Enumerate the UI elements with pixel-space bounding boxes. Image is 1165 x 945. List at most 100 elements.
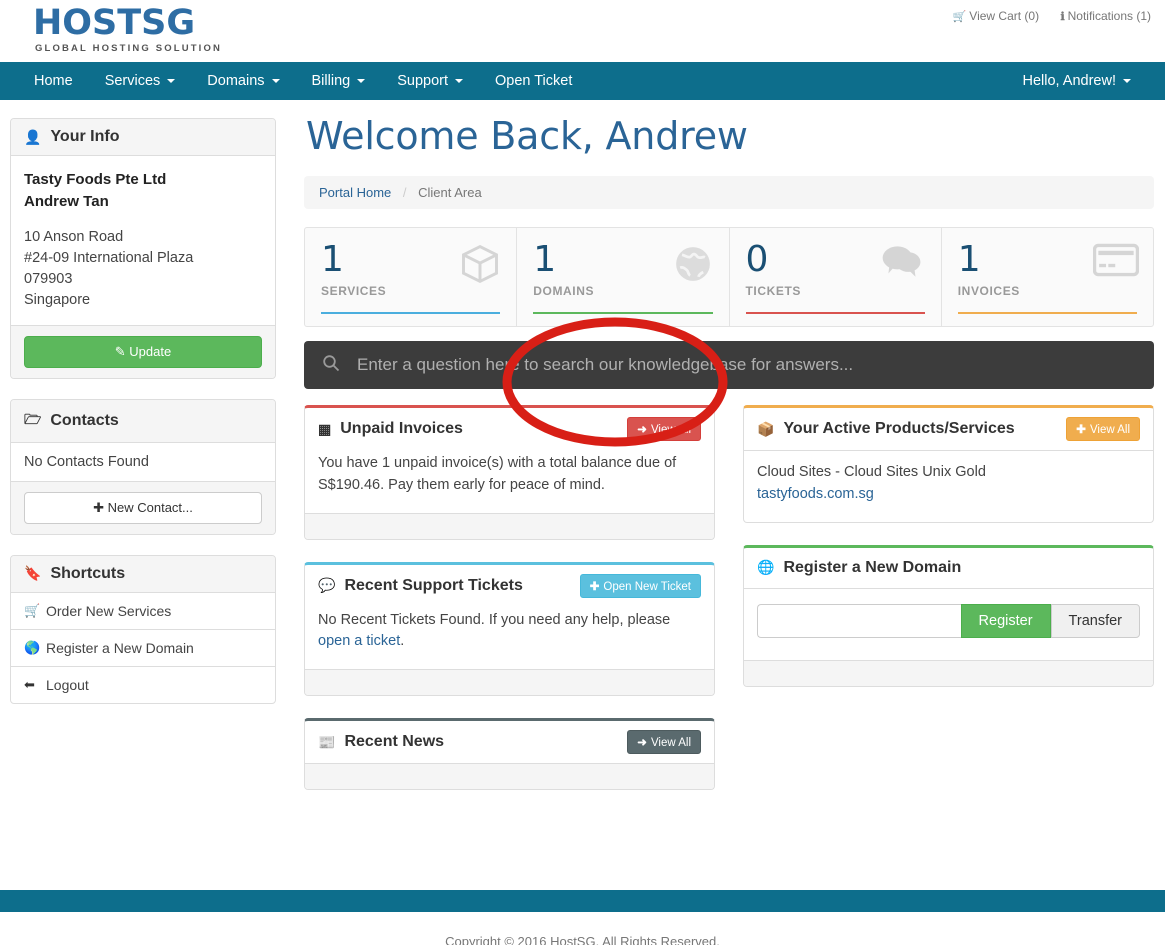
- panel-contacts: 🗁 Contacts No Contacts Found ✚ New Conta…: [10, 398, 276, 535]
- nav-item-billing[interactable]: Billing: [296, 62, 382, 100]
- stat-tickets[interactable]: 0 TICKETS: [730, 228, 942, 326]
- new-contact-button[interactable]: ✚ New Contact...: [24, 491, 262, 524]
- nav-item-domains[interactable]: Domains: [191, 62, 295, 100]
- stat-domains[interactable]: 1 DOMAINS: [517, 228, 730, 326]
- search-input[interactable]: [355, 354, 1136, 376]
- shortcuts-list: 🛒 Order New Services 🌎 Register a New Do…: [11, 593, 275, 703]
- recent-tickets-text: No Recent Tickets Found. If you need any…: [318, 611, 671, 628]
- globe-icon: [671, 242, 715, 286]
- arrow-right-icon: ➜: [637, 737, 647, 749]
- active-products-view-all-button[interactable]: ✚ View All: [1066, 417, 1140, 441]
- account-dropdown[interactable]: Hello, Andrew!: [1007, 62, 1148, 100]
- panel-shortcuts: 🔖 Shortcuts 🛒 Order New Services 🌎 Regis…: [10, 554, 276, 704]
- button-label: Open New Ticket: [603, 580, 691, 593]
- site-logo[interactable]: HOSTSG GLOBAL HOSTING SOLUTION: [33, 6, 222, 54]
- plus-icon: ✚: [1076, 424, 1086, 436]
- stat-underline: [321, 312, 501, 314]
- chevron-down-icon: [1123, 79, 1131, 84]
- stat-underline: [957, 312, 1137, 314]
- panel-your-info: 👤 Your Info Tasty Foods Pte Ltd Andrew T…: [10, 118, 276, 379]
- logo-tagline: GLOBAL HOSTING SOLUTION: [35, 43, 223, 54]
- breadcrumb-portal-home[interactable]: Portal Home: [319, 185, 391, 200]
- sidebar: 👤 Your Info Tasty Foods Pte Ltd Andrew T…: [10, 118, 276, 724]
- shortcut-label: Logout: [46, 676, 89, 693]
- product-domain-link[interactable]: tastyfoods.com.sg: [757, 486, 874, 502]
- stat-label: TICKETS: [745, 284, 802, 298]
- recent-news-view-all-button[interactable]: ➜ View All: [627, 730, 701, 754]
- unpaid-invoices-header: ▦ Unpaid Invoices ➜ View All: [305, 408, 714, 450]
- domain-register-form: Register Transfer: [757, 603, 1140, 638]
- stat-services[interactable]: 1 SERVICES: [305, 228, 518, 326]
- domain-name-input[interactable]: [757, 603, 961, 638]
- account-identity: Tasty Foods Pte Ltd Andrew Tan: [24, 169, 262, 213]
- contacts-empty-text: No Contacts Found: [24, 453, 149, 470]
- nav-label: Services: [104, 73, 161, 89]
- cart-icon: 🛒: [24, 602, 41, 618]
- register-button[interactable]: Register: [960, 603, 1051, 638]
- stat-invoices[interactable]: 1 INVOICES: [942, 228, 1153, 326]
- arrow-left-icon: ⬅: [24, 676, 35, 692]
- main-navigation: Home Services Domains Billing Support Op…: [0, 62, 1165, 100]
- account-menu: Hello, Andrew!: [1007, 62, 1148, 100]
- column-right: 📦 Your Active Products/Services ✚ View Al…: [743, 405, 1154, 812]
- notifications-label: Notifications (1): [1067, 9, 1151, 23]
- breadcrumb-current: Client Area: [418, 185, 482, 200]
- recent-tickets-text-tail: .: [400, 633, 405, 650]
- contacts-header: 🗁 Contacts: [11, 399, 275, 443]
- shortcut-logout[interactable]: ⬅ Logout: [11, 667, 275, 703]
- table-icon: ▦: [318, 420, 332, 437]
- shortcut-register-new-domain[interactable]: 🌎 Register a New Domain: [11, 630, 275, 667]
- nav-item-open-ticket[interactable]: Open Ticket: [479, 62, 588, 100]
- breadcrumb-separator: /: [402, 185, 407, 200]
- view-cart-link[interactable]: 🛒 View Cart (0): [953, 9, 1043, 23]
- update-button[interactable]: ✎ Update: [24, 335, 262, 368]
- nav-label: Open Ticket: [495, 73, 573, 89]
- card-recent-tickets: 💬 Recent Support Tickets ✚ Open New Ticke…: [304, 561, 715, 696]
- button-label: View All: [1089, 424, 1130, 436]
- utility-links: 🛒 View Cart (0) ℹ Notifications (1): [935, 9, 1151, 23]
- button-label: View All: [650, 737, 691, 749]
- top-utility-bar: HOSTSG GLOBAL HOSTING SOLUTION 🛒 View Car…: [0, 0, 1165, 62]
- your-info-body: Tasty Foods Pte Ltd Andrew Tan 10 Anson …: [11, 156, 275, 325]
- nav-item-support[interactable]: Support: [381, 62, 479, 100]
- address-line: 10 Anson Road: [24, 228, 124, 245]
- stat-label: SERVICES: [321, 284, 387, 298]
- nav-label: Home: [34, 73, 73, 89]
- footer-bar: [0, 890, 1165, 912]
- transfer-button[interactable]: Transfer: [1050, 603, 1140, 638]
- shortcut-order-new-services[interactable]: 🛒 Order New Services: [11, 593, 275, 630]
- contacts-title: Contacts: [50, 411, 119, 429]
- page-body: 👤 Your Info Tasty Foods Pte Ltd Andrew T…: [0, 100, 1165, 890]
- open-a-ticket-link[interactable]: open a ticket: [318, 633, 400, 649]
- dashboard-columns: ▦ Unpaid Invoices ➜ View All You have 1 u…: [304, 405, 1154, 812]
- stat-label: INVOICES: [957, 284, 1020, 298]
- nav-label: Domains: [207, 73, 265, 89]
- update-label: Update: [129, 343, 172, 359]
- nav-item-services[interactable]: Services: [89, 62, 192, 100]
- arrow-right-icon: ➜: [637, 424, 647, 436]
- address-line: #24-09 International Plaza: [24, 249, 194, 266]
- shortcuts-title: Shortcuts: [50, 564, 126, 582]
- register-domain-title: Register a New Domain: [783, 558, 962, 576]
- recent-news-header: 📰 Recent News ➜ View All: [305, 721, 714, 763]
- open-new-ticket-button[interactable]: ✚ Open New Ticket: [579, 573, 701, 598]
- copyright-text: Copyright © 2016 HostSG. All Rights Rese…: [445, 934, 720, 945]
- person-name: Andrew Tan: [24, 192, 109, 210]
- unpaid-invoices-view-all-button[interactable]: ➜ View All: [627, 417, 701, 441]
- register-domain-header: 🌐 Register a New Domain: [744, 548, 1153, 588]
- chevron-down-icon: [357, 79, 366, 84]
- unpaid-invoices-body: You have 1 unpaid invoice(s) with a tota…: [318, 455, 677, 493]
- bookmark-icon: 🔖: [24, 565, 42, 582]
- register-domain-footer: [744, 659, 1153, 686]
- your-info-title: Your Info: [50, 128, 120, 145]
- button-label: View All: [650, 424, 691, 436]
- knowledgebase-search[interactable]: [304, 341, 1154, 389]
- nav-item-home[interactable]: Home: [18, 62, 89, 100]
- unpaid-invoices-title-group: ▦ Unpaid Invoices: [318, 420, 463, 438]
- notifications-link[interactable]: ℹ Notifications (1): [1060, 9, 1151, 23]
- address-line: Singapore: [24, 292, 91, 309]
- active-products-title: Your Active Products/Services: [783, 420, 1015, 437]
- register-domain-body: Register Transfer: [744, 587, 1153, 660]
- plus-icon: ✚: [589, 580, 600, 593]
- user-icon: 👤: [24, 128, 42, 145]
